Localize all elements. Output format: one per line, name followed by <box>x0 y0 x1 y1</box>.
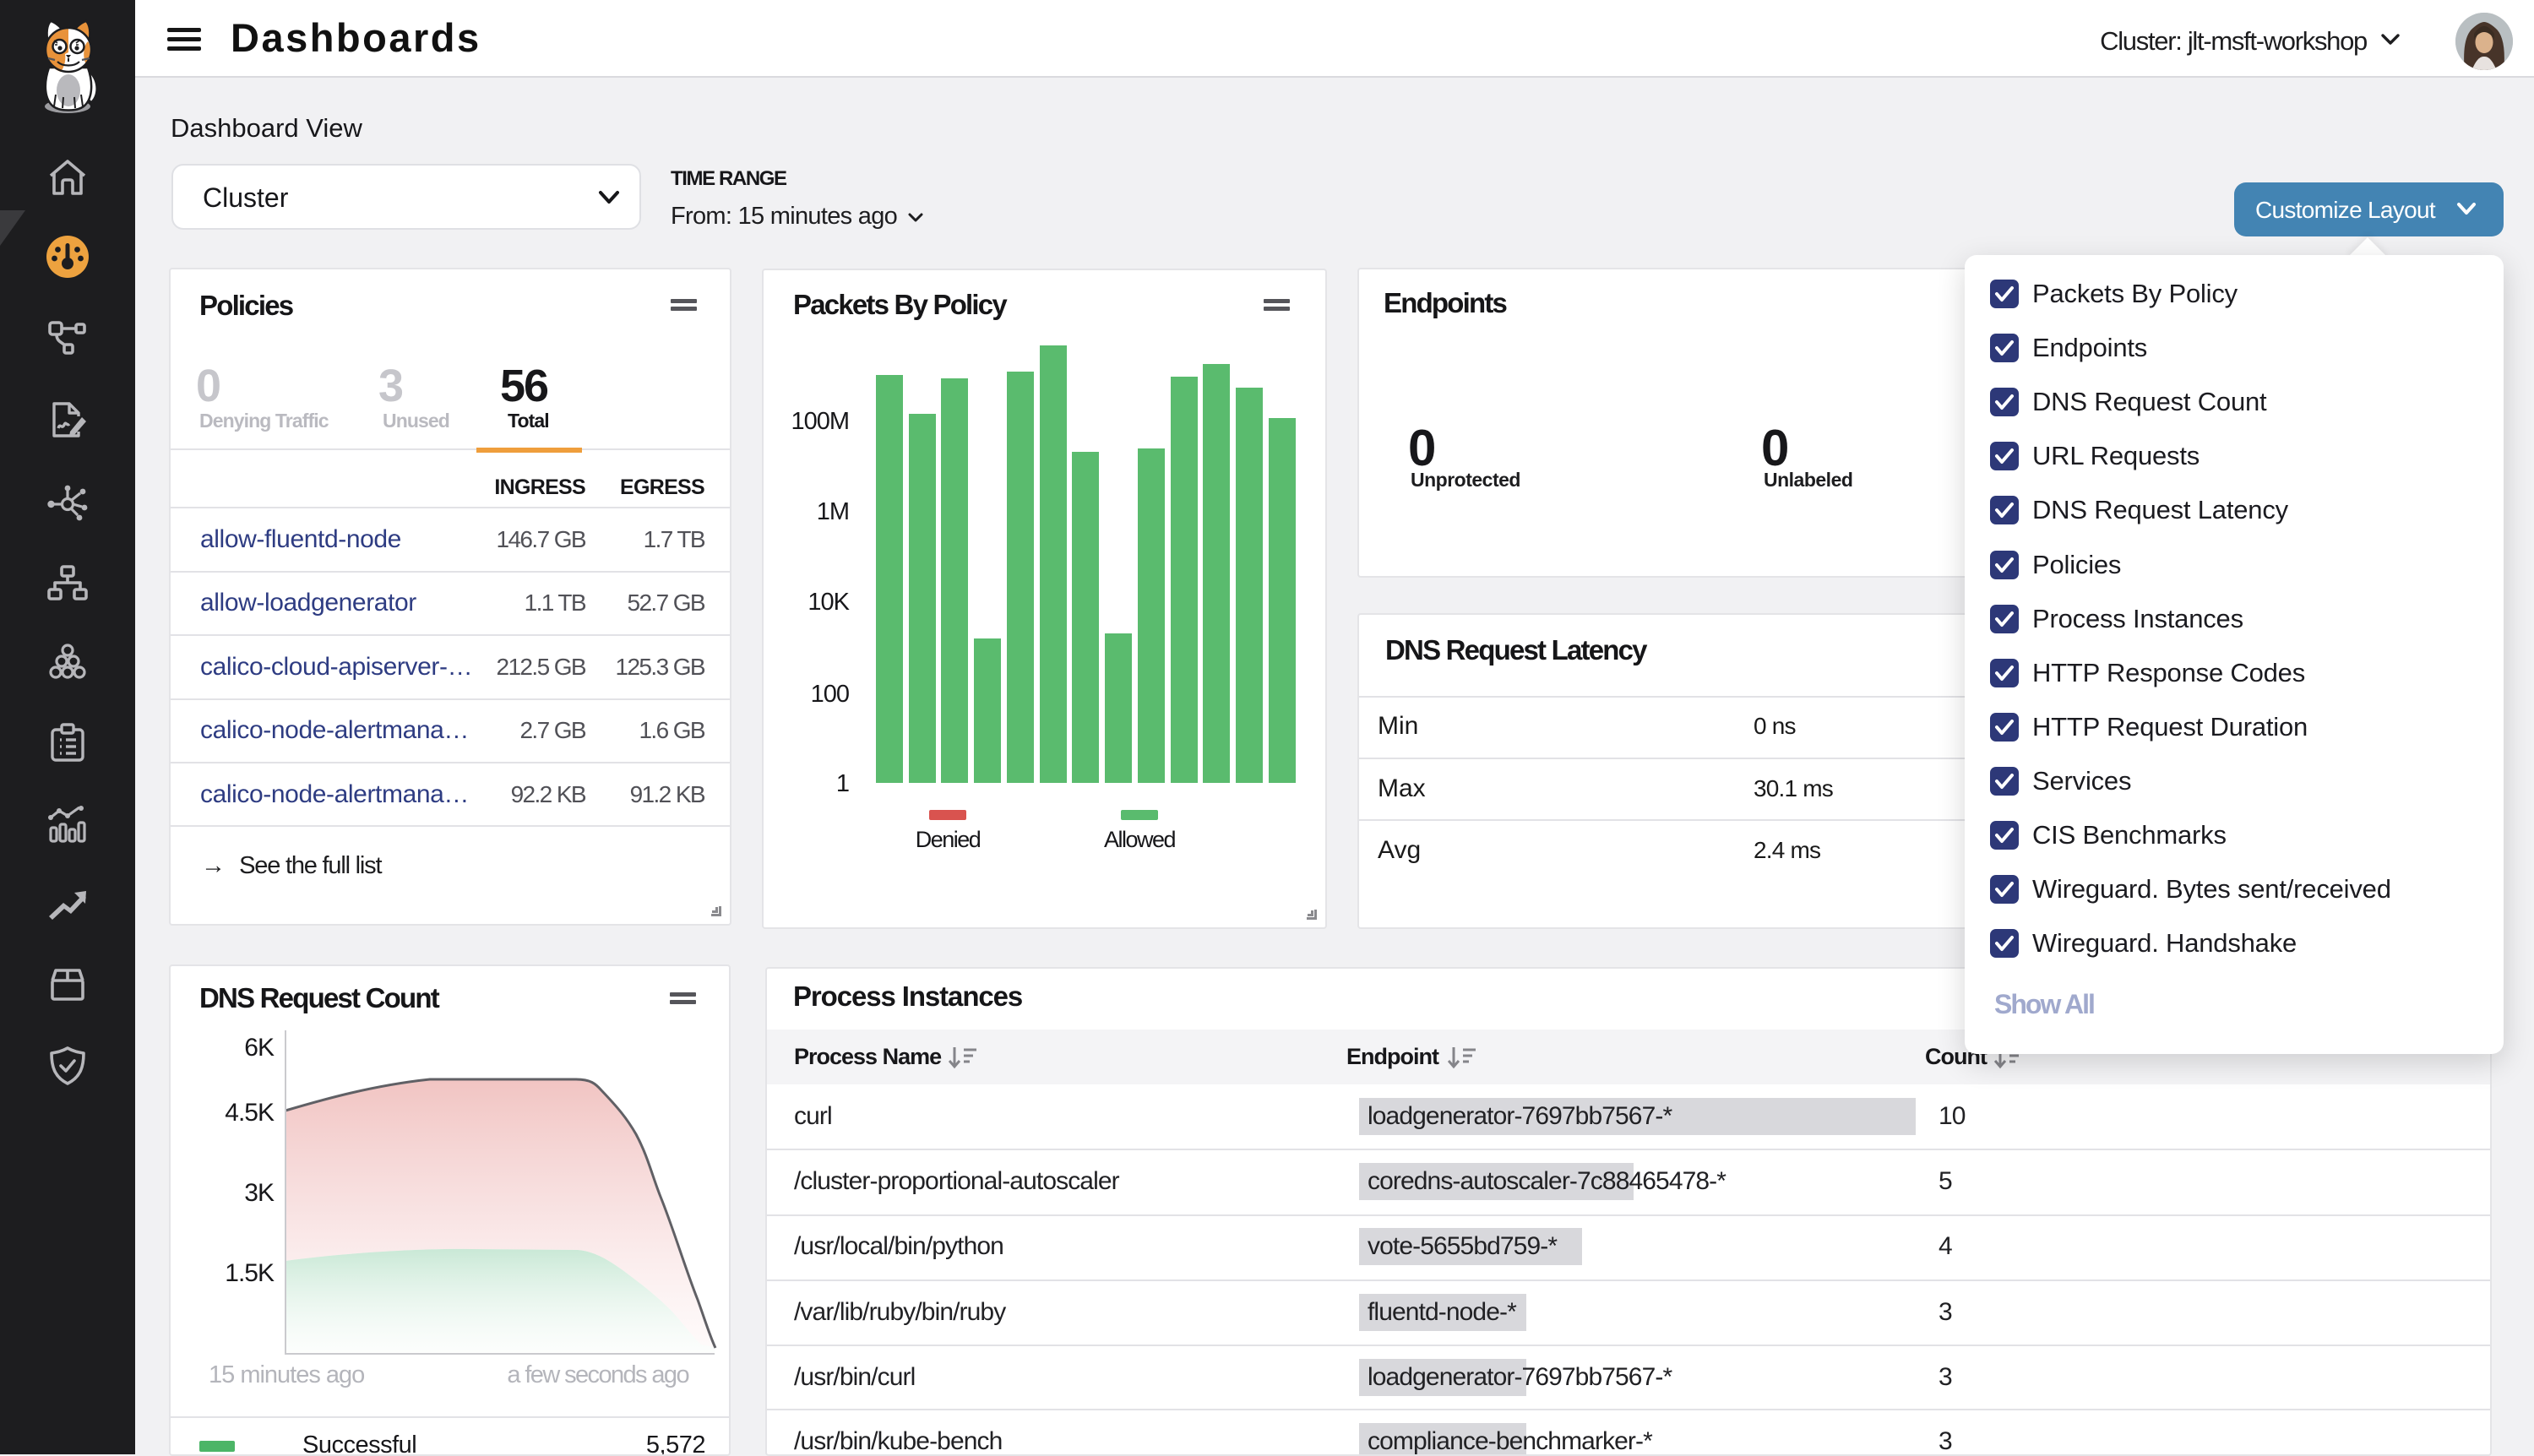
svg-text:3K: 3K <box>244 1179 275 1207</box>
svg-text:15 minutes ago: 15 minutes ago <box>209 1361 364 1388</box>
svg-text:1.5K: 1.5K <box>225 1259 275 1287</box>
svg-text:100: 100 <box>811 681 849 708</box>
svg-text:1: 1 <box>836 770 849 797</box>
svg-text:6K: 6K <box>244 1034 275 1062</box>
svg-text:4.5K: 4.5K <box>225 1099 275 1127</box>
svg-text:Allowed: Allowed <box>1104 827 1176 852</box>
svg-text:1M: 1M <box>817 498 849 525</box>
svg-text:Denied: Denied <box>916 827 981 852</box>
svg-text:10K: 10K <box>808 589 850 616</box>
svg-text:a few seconds ago: a few seconds ago <box>507 1361 688 1388</box>
svg-text:100M: 100M <box>791 408 849 435</box>
